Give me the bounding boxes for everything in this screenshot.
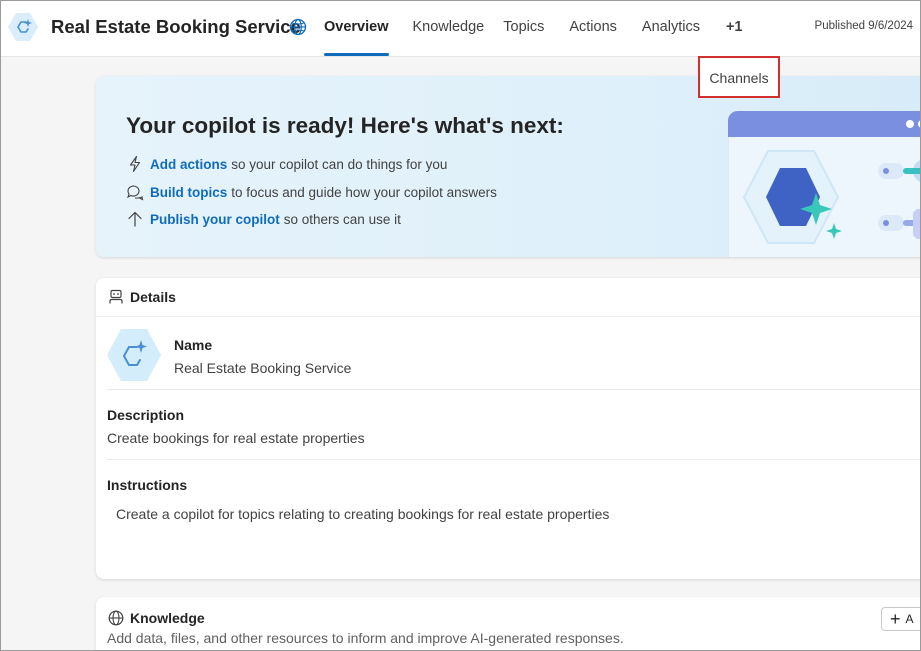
bot-icon	[109, 289, 123, 304]
next-step-add-actions: Add actions so your copilot can do thing…	[126, 153, 447, 175]
description-label: Description	[107, 407, 185, 423]
menu-item-channels[interactable]: Channels	[698, 56, 780, 98]
copilot-illustration	[728, 111, 920, 257]
plus-icon: +	[890, 609, 901, 629]
top-bar: Real Estate Booking Service Overview Kno…	[1, 1, 920, 57]
details-divider-1	[107, 389, 920, 390]
instructions-value: Create a copilot for topics relating to …	[116, 506, 610, 522]
add-knowledge-button[interactable]: + A	[881, 607, 920, 631]
copilot-avatar-icon	[107, 329, 161, 381]
name-label: Name	[174, 337, 213, 353]
knowledge-heading: Knowledge	[130, 610, 205, 626]
build-topics-text: to focus and guide how your copilot answ…	[231, 184, 497, 200]
details-heading: Details	[130, 289, 176, 305]
knowledge-card: Knowledge Add data, files, and other res…	[96, 597, 920, 650]
next-step-build-topics: Build topics to focus and guide how your…	[126, 181, 497, 203]
description-value: Create bookings for real estate properti…	[107, 430, 365, 446]
details-divider-top	[96, 316, 920, 317]
details-divider-2	[107, 459, 920, 460]
published-status: Published 9/6/2024	[814, 20, 913, 32]
window-frame: Real Estate Booking Service Overview Kno…	[0, 0, 921, 651]
name-value: Real Estate Booking Service	[174, 360, 352, 376]
next-step-publish: Publish your copilot so others can use i…	[126, 208, 401, 230]
globe-icon[interactable]	[289, 18, 307, 36]
instructions-label: Instructions	[107, 477, 188, 493]
build-topics-link[interactable]: Build topics	[150, 185, 227, 200]
next-steps-banner: Your copilot is ready! Here's what's nex…	[96, 76, 920, 257]
tab-knowledge[interactable]: Knowledge	[413, 1, 485, 56]
tab-overview[interactable]: Overview	[324, 1, 389, 56]
add-knowledge-label: A	[905, 612, 914, 626]
knowledge-description: Add data, files, and other resources to …	[107, 630, 624, 646]
tab-analytics[interactable]: Analytics	[642, 1, 700, 56]
globe-icon	[108, 610, 124, 626]
nav-tabs: Overview Knowledge Topics Actions Analyt…	[324, 1, 743, 56]
add-actions-text: so your copilot can do things for you	[231, 156, 448, 172]
tab-actions[interactable]: Actions	[569, 1, 617, 56]
arrow-up-icon	[128, 211, 142, 227]
knowledge-header: Knowledge	[108, 610, 205, 626]
app-title: Real Estate Booking Service	[51, 16, 301, 37]
publish-copilot-text: so others can use it	[283, 211, 401, 227]
banner-title: Your copilot is ready! Here's what's nex…	[126, 113, 564, 138]
add-actions-link[interactable]: Add actions	[150, 157, 227, 172]
tab-overflow-more[interactable]: +1	[726, 1, 743, 56]
tab-topics[interactable]: Topics	[503, 1, 544, 56]
lightning-icon	[129, 155, 141, 173]
chat-bubbles-icon	[127, 185, 144, 201]
details-header: Details	[108, 289, 176, 305]
copilot-logo-icon	[8, 13, 38, 41]
publish-copilot-link[interactable]: Publish your copilot	[150, 212, 280, 227]
details-card: Details Name Real Estate Booking Service…	[96, 278, 920, 579]
